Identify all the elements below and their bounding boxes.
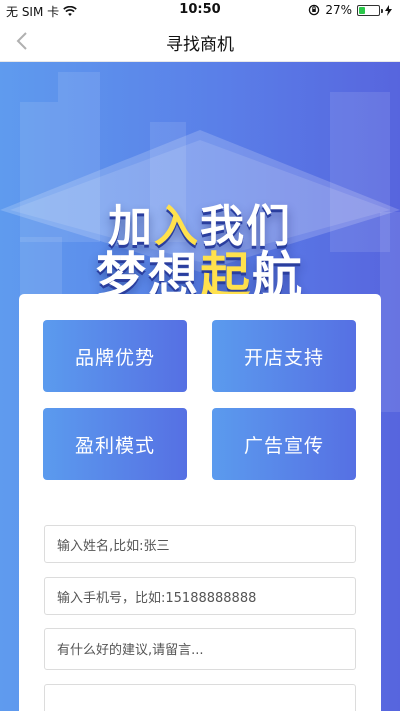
- store-support-button[interactable]: 开店支持: [212, 320, 356, 392]
- phone-input[interactable]: 输入手机号，比如:15188888888: [44, 577, 356, 615]
- brand-advantage-button[interactable]: 品牌优势: [43, 320, 187, 392]
- orientation-lock-icon: [309, 4, 320, 16]
- advertising-button[interactable]: 广告宣传: [212, 408, 356, 480]
- name-input[interactable]: 输入姓名,比如:张三: [44, 525, 356, 563]
- page-title: 寻找商机: [166, 35, 234, 55]
- form-card: 品牌优势 开店支持 盈利模式 广告宣传 输入姓名,比如:张三 输入手机号，比如:…: [19, 294, 381, 711]
- profit-model-button[interactable]: 盈利模式: [43, 408, 187, 480]
- battery-percent: 27%: [325, 3, 352, 17]
- status-bar: 无 SIM 卡 10:50 27%: [0, 0, 400, 20]
- hero-banner: 加入我们 梦想起航 品牌优势 开店支持 盈利模式 广告宣传 输入姓名,比如:张三…: [0, 62, 400, 711]
- battery-fill: [359, 6, 365, 14]
- extra-input[interactable]: [44, 684, 356, 711]
- message-textarea[interactable]: 有什么好的建议,请留言...: [44, 628, 356, 670]
- status-right: 27%: [308, 3, 392, 17]
- navigation-bar: 寻找商机: [0, 20, 400, 62]
- battery-icon: [357, 4, 383, 16]
- charging-icon: [385, 4, 392, 16]
